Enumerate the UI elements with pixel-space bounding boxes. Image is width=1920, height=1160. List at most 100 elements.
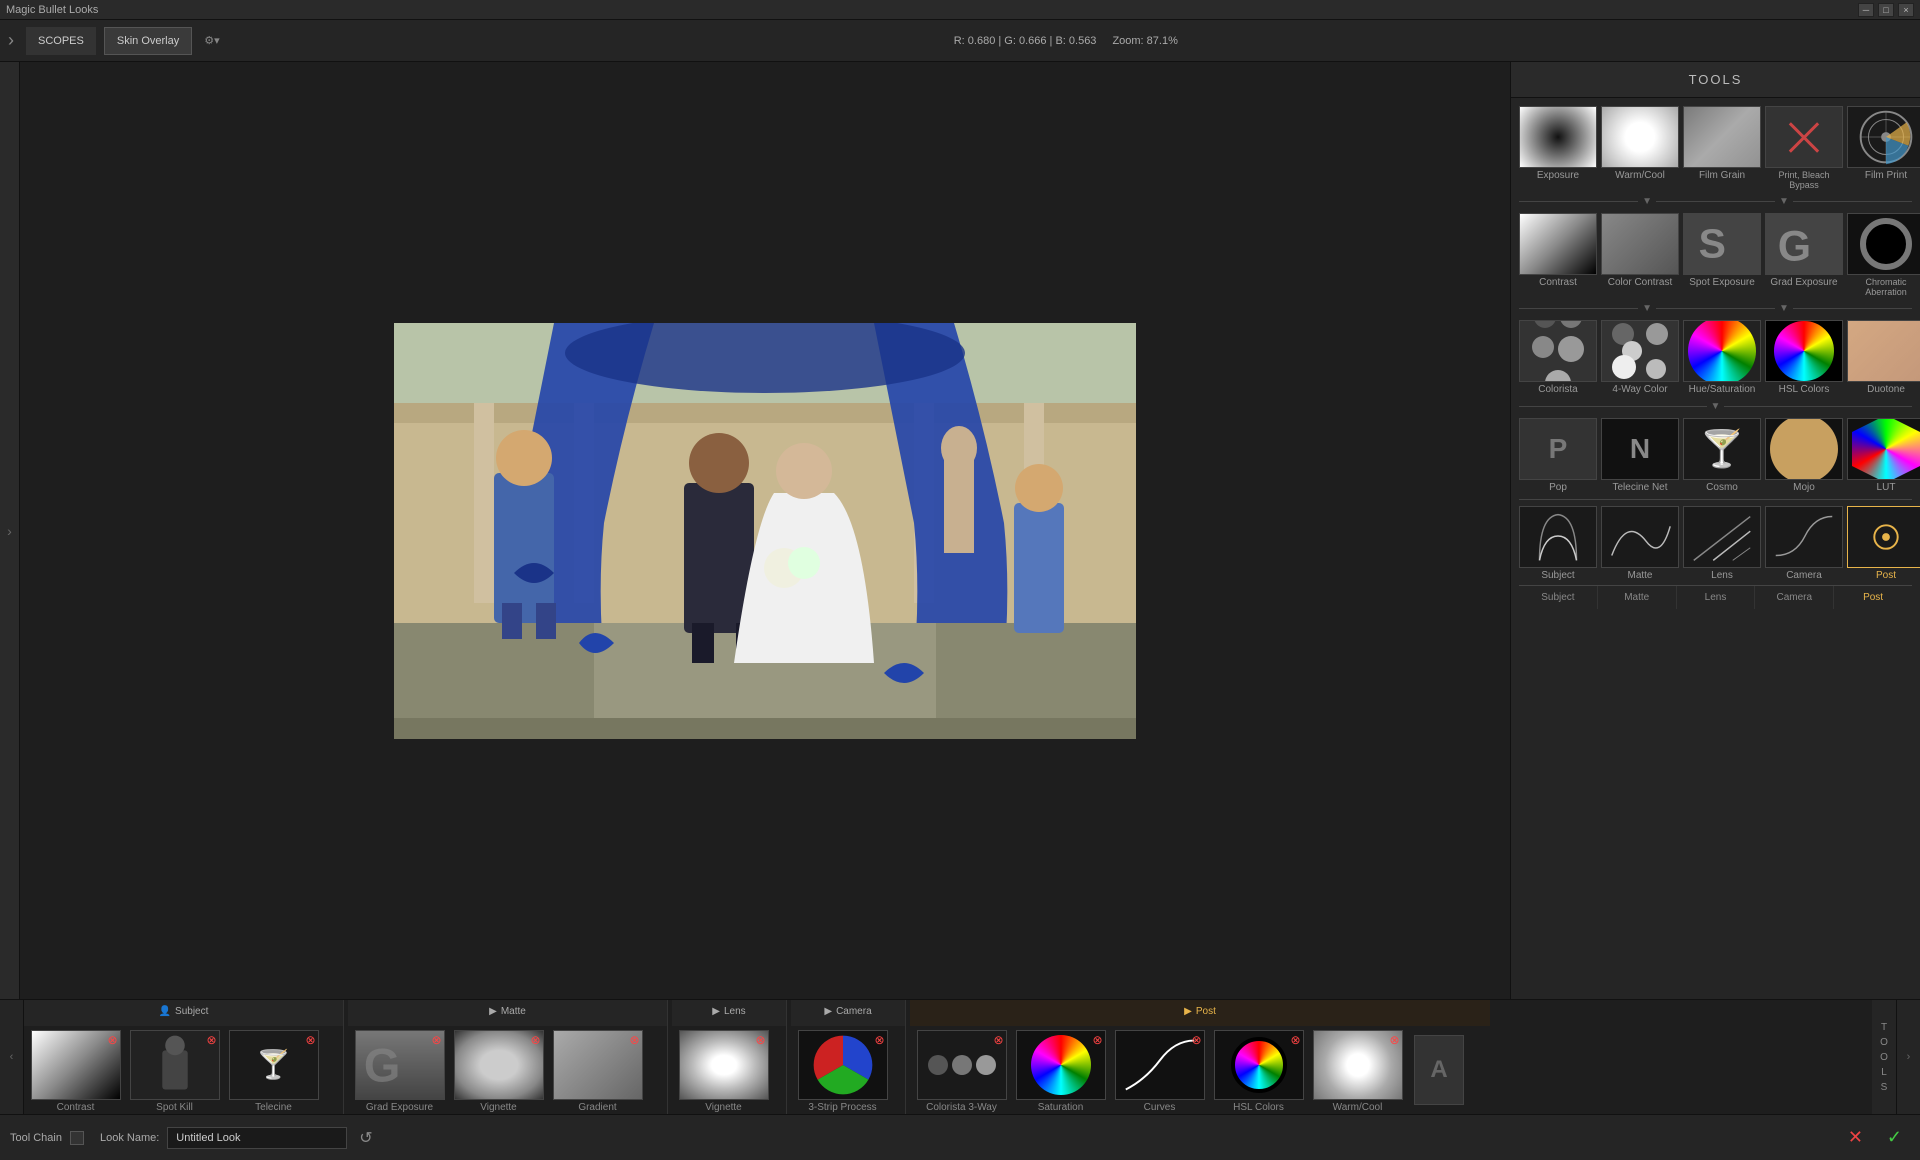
- tool-lens-cat[interactable]: Lens: [1683, 506, 1761, 581]
- divider-arrow-4[interactable]: ▼: [1779, 303, 1789, 314]
- tool-exposure[interactable]: Exposure: [1519, 106, 1597, 181]
- tool-film-grain[interactable]: Film Grain: [1683, 106, 1761, 181]
- look-name-input[interactable]: [167, 1127, 347, 1149]
- tool-lut[interactable]: LUT: [1847, 418, 1920, 493]
- tool-matte-cat[interactable]: Matte: [1601, 506, 1679, 581]
- look-hslcolors-close[interactable]: ⊗: [1290, 1033, 1300, 1047]
- tool-lut-label: LUT: [1877, 482, 1896, 493]
- matte-section-label: Matte: [501, 1006, 526, 1017]
- look-spot-close[interactable]: ⊗: [206, 1033, 216, 1047]
- divider-line-8: [1724, 406, 1912, 407]
- cat-matte[interactable]: Matte: [1598, 586, 1677, 609]
- tool-grad-exposure[interactable]: G Grad Exposure: [1765, 213, 1843, 288]
- cat-post[interactable]: Post: [1834, 586, 1912, 609]
- look-3strip-close[interactable]: ⊗: [874, 1033, 884, 1047]
- cat-subject[interactable]: Subject: [1519, 586, 1598, 609]
- look-vignette2-close[interactable]: ⊗: [530, 1033, 540, 1047]
- look-hslcolors[interactable]: ⊗ HSL Colors: [1211, 1030, 1306, 1113]
- divider-arrow-3[interactable]: ▼: [1642, 303, 1652, 314]
- topbar-chevron[interactable]: ›: [8, 30, 14, 51]
- look-vignette-close[interactable]: ⊗: [755, 1033, 765, 1047]
- tool-chain-checkbox[interactable]: [70, 1131, 84, 1145]
- reset-button[interactable]: ↺: [359, 1128, 372, 1148]
- lens-section-items: ⊗ Vignette: [672, 1026, 786, 1115]
- looks-section-subject: 👤 Subject ⊗ Contrast: [24, 1000, 344, 1114]
- look-contrast[interactable]: ⊗ Contrast: [28, 1030, 123, 1113]
- look-next-partial[interactable]: A: [1409, 1035, 1469, 1107]
- tool-lens-cat-label: Lens: [1711, 570, 1733, 581]
- main-content: ›: [0, 62, 1920, 999]
- cat-lens[interactable]: Lens: [1677, 586, 1756, 609]
- tool-spot-exposure[interactable]: S Spot Exposure: [1683, 213, 1761, 288]
- tool-color-contrast[interactable]: Color Contrast: [1601, 213, 1679, 288]
- tool-chromatic-aberration[interactable]: Chromatic Aberration: [1847, 213, 1920, 297]
- look-vignette2[interactable]: ⊗ Vignette: [451, 1030, 546, 1113]
- skin-overlay-button[interactable]: Skin Overlay: [104, 27, 192, 55]
- look-warmcool-close[interactable]: ⊗: [1389, 1033, 1399, 1047]
- look-gradient-close[interactable]: ⊗: [629, 1033, 639, 1047]
- ok-button[interactable]: ✓: [1879, 1127, 1910, 1148]
- subject-section-items: ⊗ Contrast ⊗: [24, 1026, 343, 1115]
- tool-telecine-net-thumb: N: [1601, 418, 1679, 480]
- tool-post-cat[interactable]: Post: [1847, 506, 1920, 581]
- look-gradient[interactable]: ⊗ Gradient: [550, 1030, 645, 1113]
- tool-subject-cat[interactable]: Subject: [1519, 506, 1597, 581]
- tool-mojo[interactable]: Mojo: [1765, 418, 1843, 493]
- look-saturation-thumb: ⊗: [1016, 1030, 1106, 1100]
- tool-telecine-net[interactable]: N Telecine Net: [1601, 418, 1679, 493]
- tool-camera-cat-label: Camera: [1786, 570, 1822, 581]
- scopes-button[interactable]: SCOPES: [26, 27, 96, 55]
- tools-row-1: Exposure Warm/Cool Film Grain: [1519, 106, 1912, 190]
- tools-row-3: Colorista 4-Way Color: [1519, 320, 1912, 395]
- look-grad-close[interactable]: ⊗: [431, 1033, 441, 1047]
- divider-3: ▼: [1519, 399, 1912, 414]
- bottom-bar: ‹ 👤 Subject ⊗ Con: [0, 999, 1920, 1114]
- tool-hsl-colors-label: HSL Colors: [1779, 384, 1830, 395]
- matte-section-header: ▶ Matte: [348, 1000, 667, 1026]
- tool-hsl-colors[interactable]: HSL Colors: [1765, 320, 1843, 395]
- tools-letter-o2: O: [1880, 1052, 1888, 1063]
- look-warmcool[interactable]: ⊗ Warm/Cool: [1310, 1030, 1405, 1113]
- divider-line-3: [1793, 201, 1912, 202]
- tool-duotone[interactable]: Duotone: [1847, 320, 1920, 395]
- look-saturation[interactable]: ⊗ Saturation: [1013, 1030, 1108, 1113]
- look-contrast-close[interactable]: ⊗: [107, 1033, 117, 1047]
- look-colorista3way-close[interactable]: ⊗: [993, 1033, 1003, 1047]
- look-saturation-close[interactable]: ⊗: [1092, 1033, 1102, 1047]
- cancel-button[interactable]: ✕: [1840, 1127, 1871, 1148]
- divider-arrow-5[interactable]: ▼: [1711, 401, 1721, 412]
- close-button[interactable]: ×: [1898, 3, 1914, 17]
- tool-film-print[interactable]: Film Print: [1847, 106, 1920, 181]
- tool-print-bleach[interactable]: Print, Bleach Bypass: [1765, 106, 1843, 190]
- tool-4way-color[interactable]: 4-Way Color: [1601, 320, 1679, 395]
- cat-camera[interactable]: Camera: [1755, 586, 1834, 609]
- bottom-right-arrow[interactable]: ›: [1896, 1000, 1920, 1114]
- look-3strip[interactable]: ⊗ 3-Strip Process: [795, 1030, 890, 1113]
- app: › SCOPES Skin Overlay ⚙▾ R: 0.680 | G: 0…: [0, 20, 1920, 1160]
- look-telecine[interactable]: ⊗ 🍸 Telecine: [226, 1030, 321, 1113]
- tool-contrast[interactable]: Contrast: [1519, 213, 1597, 288]
- look-curves[interactable]: ⊗ Curves: [1112, 1030, 1207, 1113]
- tool-camera-cat[interactable]: Camera: [1765, 506, 1843, 581]
- maximize-button[interactable]: □: [1878, 3, 1894, 17]
- look-colorista3way[interactable]: ⊗ Colorista 3-Way: [914, 1030, 1009, 1113]
- divider-arrow-1[interactable]: ▼: [1642, 196, 1652, 207]
- divider-arrow-2[interactable]: ▼: [1779, 196, 1789, 207]
- look-vignette[interactable]: ⊗ Vignette: [676, 1030, 771, 1113]
- look-telecine-close[interactable]: ⊗: [305, 1033, 315, 1047]
- look-grad[interactable]: ⊗ G Grad Exposure: [352, 1030, 447, 1113]
- tool-hue-saturation[interactable]: Hue/Saturation: [1683, 320, 1761, 395]
- look-next-partial-thumb: A: [1414, 1035, 1464, 1105]
- divider-line-4: [1519, 308, 1638, 309]
- tool-pop[interactable]: P Pop: [1519, 418, 1597, 493]
- look-curves-close[interactable]: ⊗: [1191, 1033, 1201, 1047]
- minimize-button[interactable]: ─: [1858, 3, 1874, 17]
- bottom-left-arrow[interactable]: ‹: [0, 1000, 24, 1114]
- look-spot[interactable]: ⊗ Spot Kill: [127, 1030, 222, 1113]
- divider-line-7: [1519, 406, 1707, 407]
- tool-cosmo[interactable]: 🍸 Cosmo: [1683, 418, 1761, 493]
- tool-warm-cool[interactable]: Warm/Cool: [1601, 106, 1679, 181]
- tool-colorista[interactable]: Colorista: [1519, 320, 1597, 395]
- left-collapse-button[interactable]: ›: [0, 62, 20, 999]
- settings-icon[interactable]: ⚙▾: [204, 34, 219, 47]
